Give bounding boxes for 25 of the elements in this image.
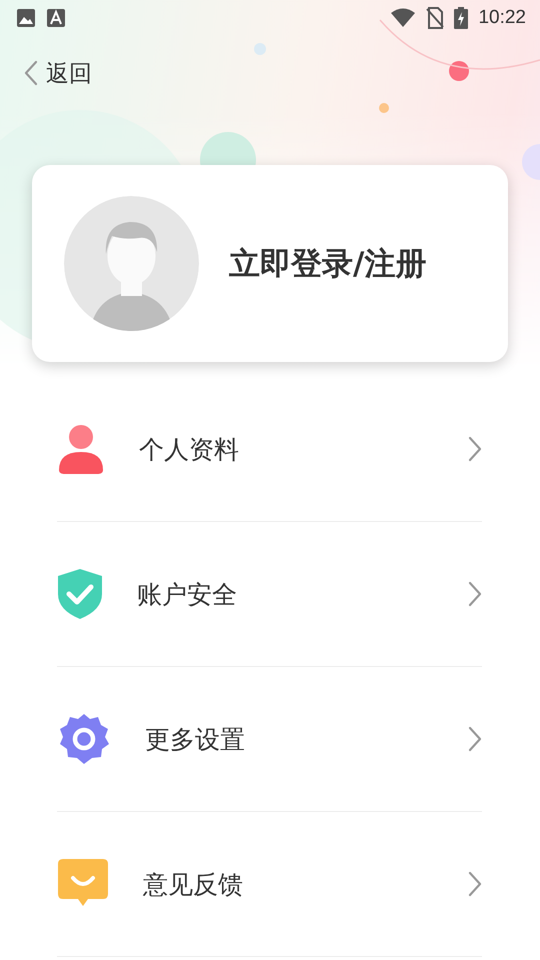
- menu-item[interactable]: 意见反馈: [57, 812, 482, 957]
- no-sim-icon: [426, 7, 444, 29]
- bubble: [254, 43, 266, 55]
- chevron-right-icon: [468, 581, 482, 607]
- chevron-right-icon: [468, 726, 482, 752]
- menu-item[interactable]: 账户安全: [57, 522, 482, 667]
- image-icon: [16, 8, 36, 28]
- gear-icon: [57, 712, 111, 766]
- font-icon: [46, 8, 66, 28]
- back-button[interactable]: 返回: [24, 58, 92, 88]
- bubble: [522, 144, 540, 180]
- avatar-icon: [64, 196, 199, 331]
- wifi-icon: [390, 8, 416, 28]
- chevron-right-icon: [468, 871, 482, 897]
- menu-item[interactable]: 个人资料: [57, 377, 482, 522]
- person-icon: [57, 424, 105, 474]
- back-chevron-icon: [24, 60, 38, 86]
- bubble: [449, 61, 469, 81]
- menu-item[interactable]: 更多设置: [57, 667, 482, 812]
- bubble: [379, 103, 389, 113]
- status-time: 10:22: [478, 7, 526, 29]
- login-register-link[interactable]: 立即登录/注册: [229, 242, 426, 284]
- chevron-right-icon: [468, 436, 482, 462]
- battery-icon: [454, 7, 468, 29]
- shield-check-icon: [57, 568, 103, 620]
